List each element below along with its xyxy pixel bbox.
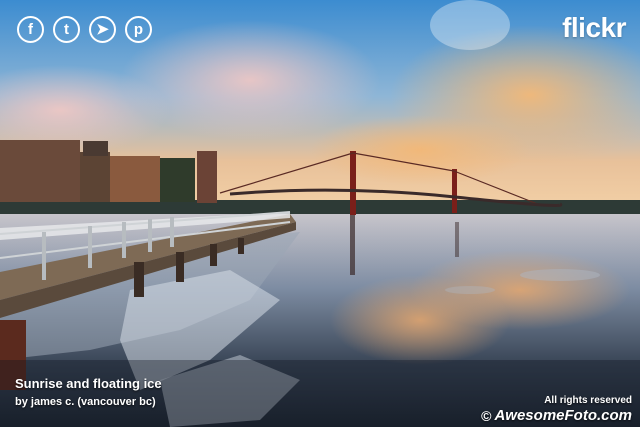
photo-sunrise-floating-ice — [0, 0, 640, 427]
facebook-icon[interactable]: f — [17, 16, 44, 43]
twitter-icon[interactable]: ➤ — [89, 16, 116, 43]
pinterest-icon[interactable]: p — [125, 16, 152, 43]
site-name[interactable]: AwesomeFoto.com — [494, 407, 632, 424]
rights-text: All rights reserved — [544, 395, 632, 406]
tumblr-icon[interactable]: t — [53, 16, 80, 43]
flickr-logo[interactable]: flickr — [562, 12, 626, 44]
social-share-bar: f t ➤ p — [17, 16, 152, 43]
caption-author: by james c. (vancouver bc) — [15, 396, 156, 408]
photo-viewer: f t ➤ p flickr Sunrise and floating ice … — [0, 0, 640, 427]
copyright-block: All rights reserved © AwesomeFoto.com — [481, 395, 632, 424]
caption-title: Sunrise and floating ice — [15, 376, 162, 391]
copyright-icon: © — [481, 407, 492, 424]
site-credit: © AwesomeFoto.com — [481, 407, 632, 424]
photo-caption: Sunrise and floating ice by james c. (va… — [15, 376, 162, 408]
